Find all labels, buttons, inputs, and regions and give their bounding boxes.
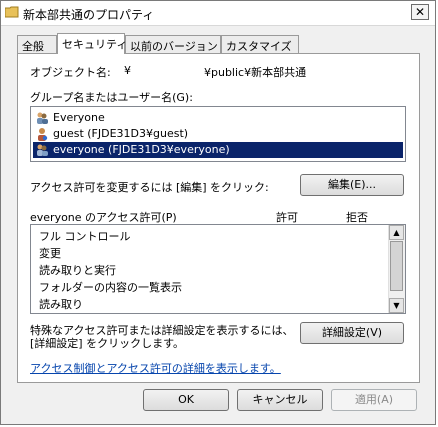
scroll-up-arrow-icon[interactable]: ▲ — [389, 225, 404, 240]
scrollbar[interactable]: ▲ ▼ — [388, 225, 405, 313]
object-name-label: オブジェクト名: — [30, 66, 111, 79]
permissions-title: everyone のアクセス許可(P) — [30, 211, 177, 224]
user-icon — [38, 128, 48, 141]
tab-general[interactable]: 全般 — [17, 35, 57, 53]
apply-button[interactable]: 適用(A) — [331, 389, 417, 411]
list-item-everyone-selected[interactable]: everyone (FJDE31D3¥everyone) — [33, 142, 403, 158]
scroll-thumb[interactable] — [390, 241, 403, 291]
permission-row: 変更 — [39, 247, 61, 260]
help-link[interactable]: アクセス制御とアクセス許可の詳細を表示します。 — [30, 360, 281, 376]
group-user-list[interactable]: Everyone guest (FJDE31D3¥guest) everyone… — [30, 106, 406, 162]
folder-icon — [5, 6, 19, 18]
edit-button[interactable]: 編集(E)... — [300, 174, 404, 196]
close-icon: ✕ — [414, 5, 426, 19]
cancel-button[interactable]: キャンセル — [237, 389, 323, 411]
advanced-button[interactable]: 詳細設定(V) — [300, 322, 404, 344]
close-button[interactable]: ✕ — [411, 4, 429, 20]
permission-row: フォルダーの内容の一覧表示 — [39, 281, 182, 294]
object-name-path: ¥public¥新本部共通 — [204, 66, 307, 79]
scroll-down-arrow-icon[interactable]: ▼ — [389, 298, 404, 313]
permission-row: フル コントロール — [39, 230, 131, 243]
object-name-prefix: ¥ — [124, 64, 131, 77]
user-group-icon — [37, 112, 48, 124]
list-item-everyone[interactable]: Everyone — [33, 110, 403, 126]
list-item-label: guest (FJDE31D3¥guest) — [53, 127, 189, 140]
permissions-list[interactable]: フル コントロール 変更 読み取りと実行 フォルダーの内容の一覧表示 読み取り … — [30, 224, 406, 314]
ok-button[interactable]: OK — [143, 389, 229, 411]
list-item-label: everyone (FJDE31D3¥everyone) — [53, 143, 230, 156]
advanced-text-line2: [詳細設定] をクリックします。 — [30, 337, 184, 350]
security-panel: オブジェクト名: ¥ ¥public¥新本部共通 グループ名またはユーザー名(G… — [17, 53, 420, 383]
permission-row: 読み取り — [39, 298, 83, 311]
tab-previous-versions[interactable]: 以前のバージョン — [125, 35, 221, 53]
list-item-label: Everyone — [53, 111, 105, 124]
permission-row: 読み取りと実行 — [39, 264, 116, 277]
groups-label: グループ名またはユーザー名(G): — [30, 91, 193, 104]
change-permissions-text: アクセス許可を変更するには [編集] をクリック: — [30, 181, 269, 194]
title-bar: 新本部共通のプロパティ ✕ — [1, 1, 435, 26]
redacted-region — [134, 62, 204, 76]
list-item-guest[interactable]: guest (FJDE31D3¥guest) — [33, 126, 403, 142]
allow-column-header: 許可 — [276, 211, 298, 224]
user-group-icon — [37, 144, 48, 156]
tab-customize[interactable]: カスタマイズ — [221, 35, 299, 53]
deny-column-header: 拒否 — [346, 211, 368, 224]
properties-dialog: 新本部共通のプロパティ ✕ 全般 セキュリティ 以前のバージョン カスタマイズ … — [0, 0, 436, 425]
window-title: 新本部共通のプロパティ — [23, 8, 155, 22]
tab-security[interactable]: セキュリティ — [57, 33, 127, 54]
